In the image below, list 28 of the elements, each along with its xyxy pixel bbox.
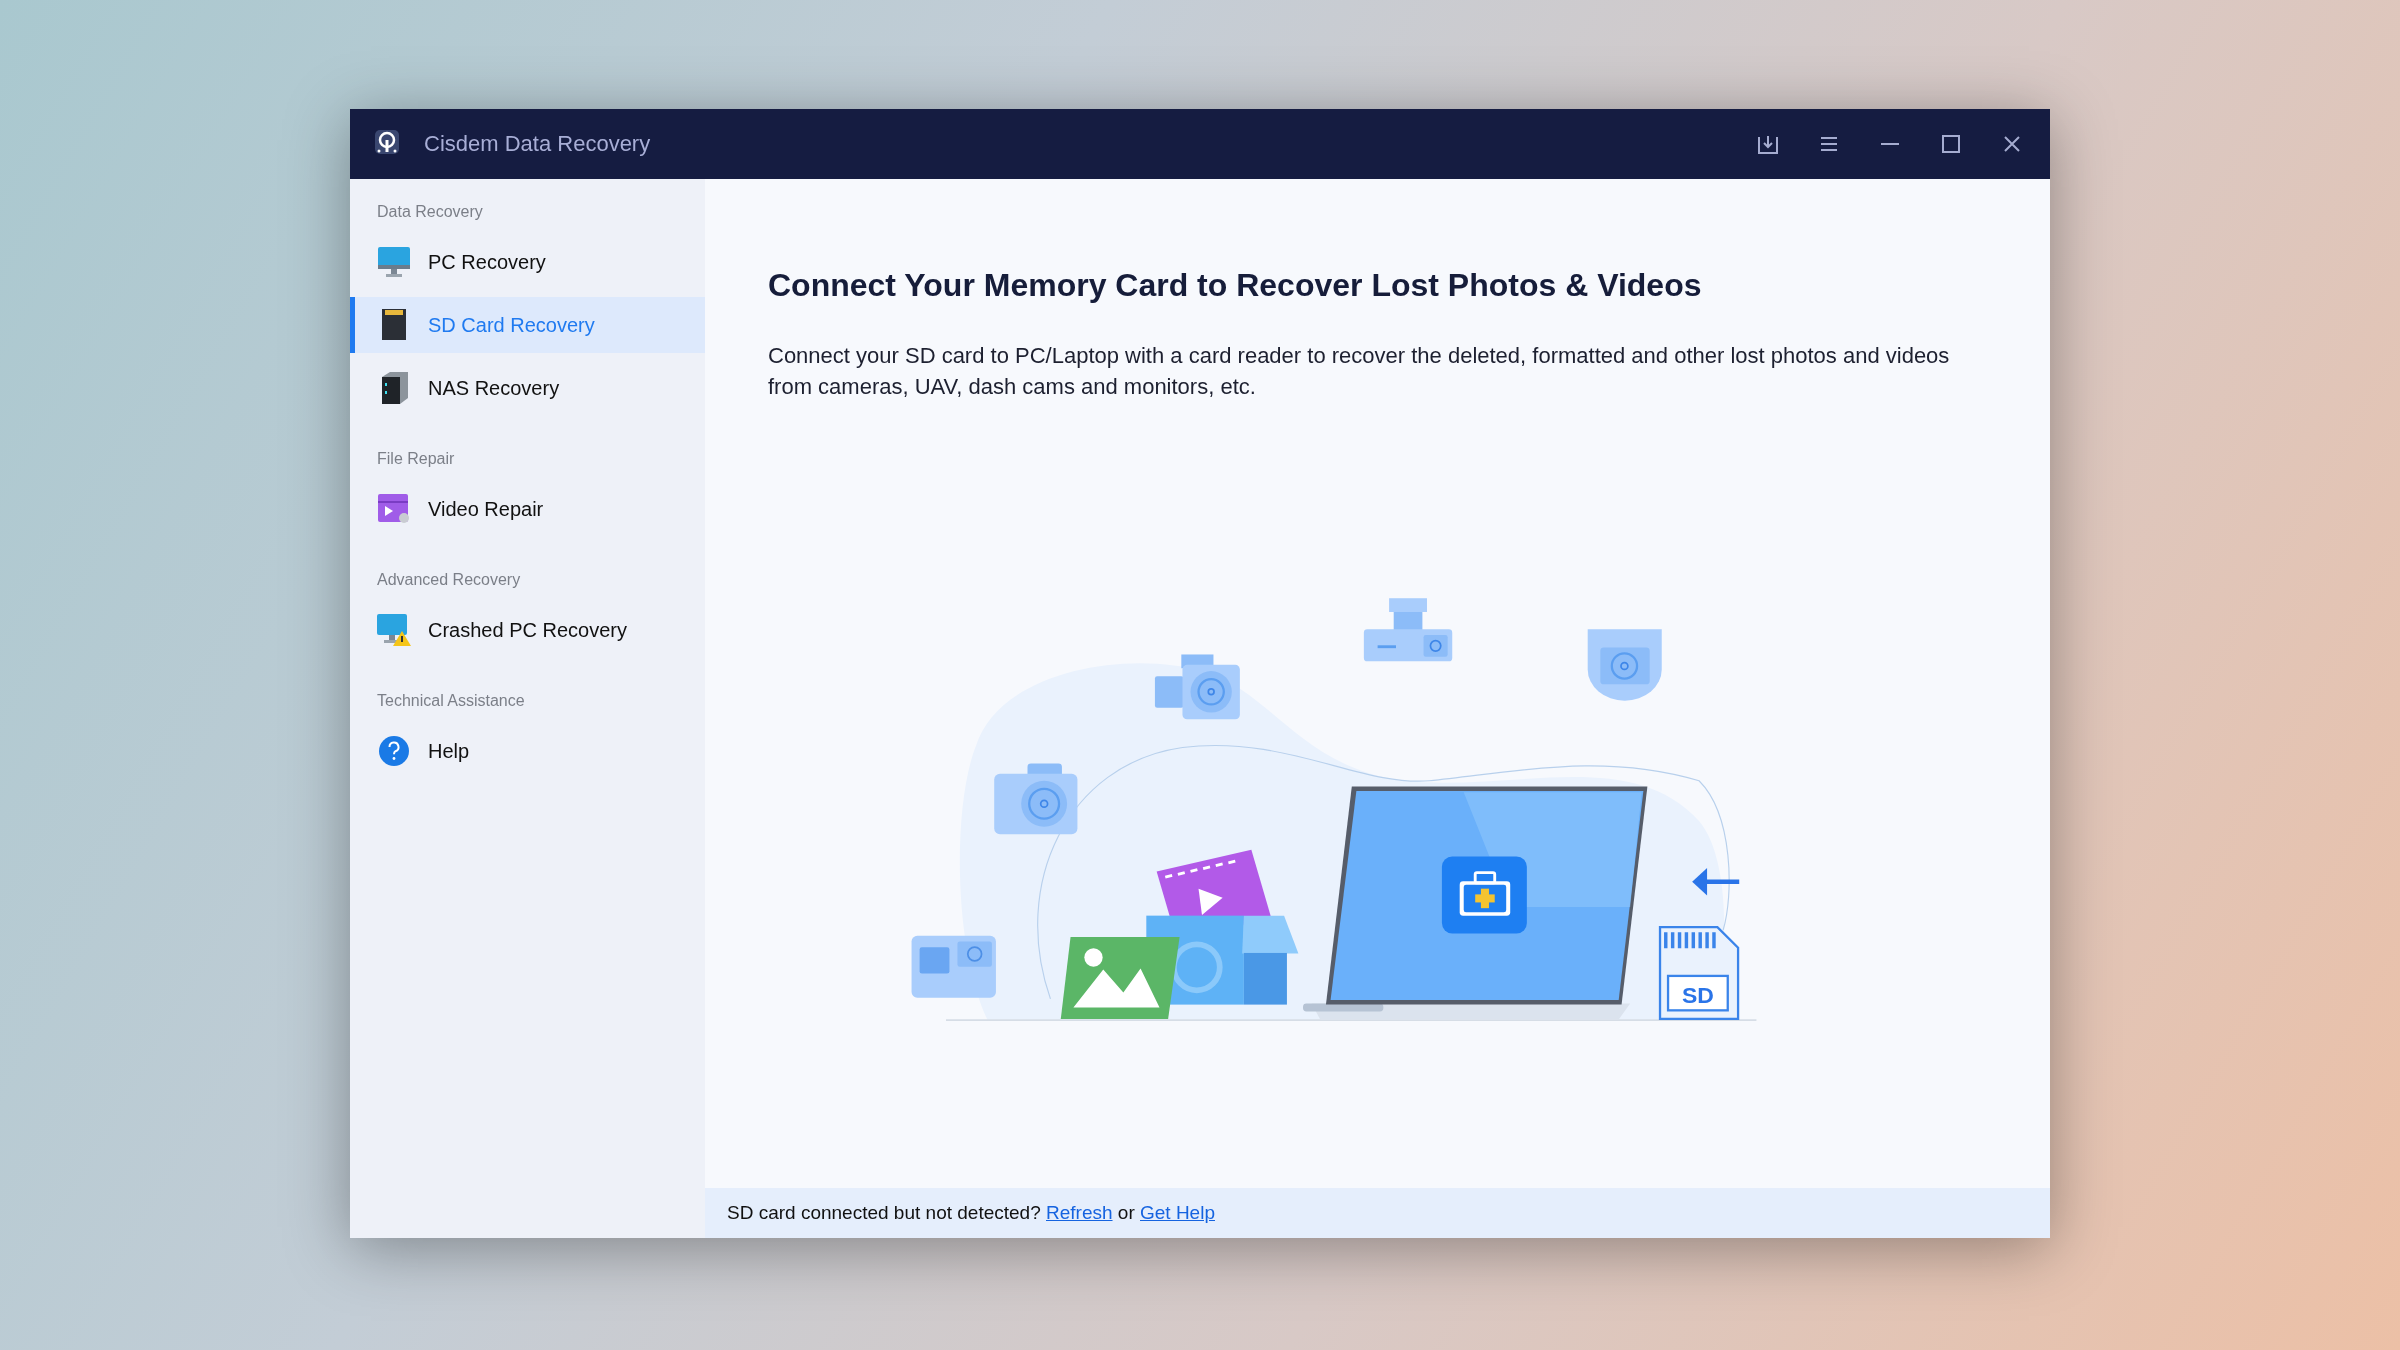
video-repair-icon [377,493,411,525]
get-help-link[interactable]: Get Help [1140,1202,1215,1223]
app-logo-icon [372,127,402,157]
section-label: File Repair [376,449,456,469]
sidebar-item[interactable]: NAS Recovery [350,360,705,416]
crashed-monitor-icon [376,613,412,647]
description-text: Connect your SD card to PC/Laptop with a card reader to recover the deleted, formatted and other lost photos and videos from cameras, UAV, dash cams and monitors, etc. [768,342,1951,401]
action-camera-icon [911,935,996,998]
arrow-icon [1692,868,1740,896]
section-label: Advanced Recovery [376,570,522,590]
footer-message: SD card connected but not detected? Refresh or Get Help [727,1202,1215,1224]
sidebar-item[interactable]: PC Recovery [350,234,705,290]
camera-icon [994,763,1078,835]
section-label: Technical Assistance [376,691,526,711]
sidebar-item[interactable]: Video Repair [350,481,705,537]
help-icon [378,735,410,767]
sidebar-item[interactable]: Help [350,723,705,779]
window-title: Cisdem Data Recovery [424,131,652,157]
monitor-icon [377,246,411,278]
video-camera-icon [1154,654,1240,720]
refresh-link[interactable]: Refresh [1046,1202,1113,1223]
sidebar-item[interactable]: Crashed PC Recovery [350,602,705,658]
dome-camera-icon [1587,629,1662,701]
sd-label: SD [1681,982,1714,1009]
sd-card-icon [379,308,409,342]
dash-cam-icon [1363,598,1453,662]
section-label: Data Recovery [376,202,484,222]
page-heading: Connect Your Memory Card to Recover Lost Photos & Videos [768,267,1703,304]
